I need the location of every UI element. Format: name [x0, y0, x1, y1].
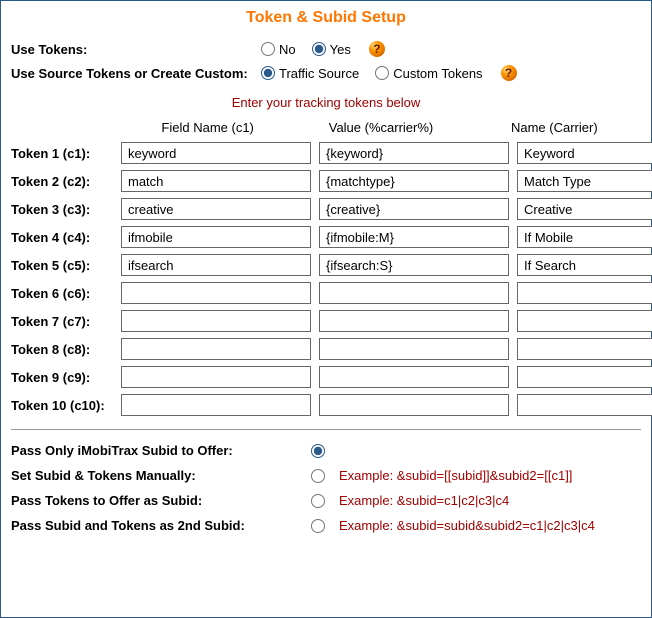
traffic-source-option[interactable]: Traffic Source	[261, 66, 359, 81]
setup-panel: { "title": "Token & Subid Setup", "useTo…	[0, 0, 652, 618]
help-icon[interactable]: ?	[501, 65, 517, 81]
use-tokens-yes-radio[interactable]	[312, 42, 326, 56]
token-value-input[interactable]	[319, 254, 509, 276]
token-row: Token 3 (c3):	[11, 195, 641, 223]
token-field-input[interactable]	[121, 170, 311, 192]
use-tokens-no-text: No	[279, 42, 296, 57]
token-row: Token 1 (c1):	[11, 139, 641, 167]
token-value-input[interactable]	[319, 310, 509, 332]
source-custom-label: Use Source Tokens or Create Custom:	[11, 66, 261, 81]
token-value-input[interactable]	[319, 226, 509, 248]
manual-radio[interactable]	[311, 469, 325, 483]
as-subid-example: Example: &subid=c1|c2|c3|c4	[339, 493, 509, 508]
pass-only-radio[interactable]	[311, 444, 325, 458]
pass-only-row: Pass Only iMobiTrax Subid to Offer:	[11, 438, 641, 463]
manual-row: Set Subid & Tokens Manually: Example: &s…	[11, 463, 641, 488]
token-row-label: Token 9 (c9):	[11, 370, 121, 385]
custom-tokens-radio[interactable]	[375, 66, 389, 80]
token-field-input[interactable]	[121, 254, 311, 276]
token-row: Token 9 (c9):	[11, 363, 641, 391]
manual-example: Example: &subid=[[subid]]&subid2=[[c1]]	[339, 468, 572, 483]
use-tokens-yes-text: Yes	[330, 42, 351, 57]
token-row-label: Token 4 (c4):	[11, 230, 121, 245]
token-name-input[interactable]	[517, 366, 652, 388]
as-2nd-subid-radio[interactable]	[311, 519, 325, 533]
token-field-input[interactable]	[121, 338, 311, 360]
as-subid-row: Pass Tokens to Offer as Subid: Example: …	[11, 488, 641, 513]
token-header: Field Name (c1) Value (%carrier%) Name (…	[11, 116, 641, 139]
token-field-input[interactable]	[121, 394, 311, 416]
token-grid: Field Name (c1) Value (%carrier%) Name (…	[11, 116, 641, 419]
custom-tokens-text: Custom Tokens	[393, 66, 482, 81]
token-row-label: Token 7 (c7):	[11, 314, 121, 329]
token-name-input[interactable]	[517, 338, 652, 360]
token-row: Token 2 (c2):	[11, 167, 641, 195]
token-value-input[interactable]	[319, 198, 509, 220]
token-row-label: Token 10 (c10):	[11, 398, 121, 413]
use-tokens-row: Use Tokens: No Yes ?	[11, 37, 641, 61]
token-name-input[interactable]	[517, 226, 652, 248]
token-row-label: Token 6 (c6):	[11, 286, 121, 301]
separator	[11, 429, 641, 430]
token-name-input[interactable]	[517, 282, 652, 304]
token-field-input[interactable]	[121, 142, 311, 164]
token-name-input[interactable]	[517, 310, 652, 332]
manual-label: Set Subid & Tokens Manually:	[11, 468, 311, 483]
token-row-label: Token 5 (c5):	[11, 258, 121, 273]
tracking-note: Enter your tracking tokens below	[11, 95, 641, 110]
token-field-input[interactable]	[121, 282, 311, 304]
token-name-input[interactable]	[517, 394, 652, 416]
as-subid-label: Pass Tokens to Offer as Subid:	[11, 493, 311, 508]
token-name-input[interactable]	[517, 142, 652, 164]
token-row-label: Token 3 (c3):	[11, 202, 121, 217]
use-tokens-no-radio[interactable]	[261, 42, 275, 56]
token-value-input[interactable]	[319, 366, 509, 388]
token-name-input[interactable]	[517, 198, 652, 220]
col-field-label: Field Name (c1)	[121, 116, 294, 139]
token-row: Token 5 (c5):	[11, 251, 641, 279]
token-row: Token 4 (c4):	[11, 223, 641, 251]
token-value-input[interactable]	[319, 142, 509, 164]
token-row: Token 8 (c8):	[11, 335, 641, 363]
as-2nd-subid-label: Pass Subid and Tokens as 2nd Subid:	[11, 518, 311, 533]
token-value-input[interactable]	[319, 282, 509, 304]
col-name-label: Name (Carrier)	[468, 116, 641, 139]
use-tokens-no-option[interactable]: No	[261, 42, 296, 57]
token-field-input[interactable]	[121, 198, 311, 220]
traffic-source-radio[interactable]	[261, 66, 275, 80]
page-title: Token & Subid Setup	[11, 9, 641, 27]
token-value-input[interactable]	[319, 338, 509, 360]
traffic-source-text: Traffic Source	[279, 66, 359, 81]
token-value-input[interactable]	[319, 394, 509, 416]
token-row: Token 6 (c6):	[11, 279, 641, 307]
as-2nd-subid-row: Pass Subid and Tokens as 2nd Subid: Exam…	[11, 513, 641, 538]
token-row-label: Token 2 (c2):	[11, 174, 121, 189]
as-2nd-subid-example: Example: &subid=subid&subid2=c1|c2|c3|c4	[339, 518, 595, 533]
help-icon[interactable]: ?	[369, 41, 385, 57]
source-custom-row: Use Source Tokens or Create Custom: Traf…	[11, 61, 641, 85]
custom-tokens-option[interactable]: Custom Tokens	[375, 66, 482, 81]
as-subid-radio[interactable]	[311, 494, 325, 508]
token-name-input[interactable]	[517, 170, 652, 192]
col-value-label: Value (%carrier%)	[294, 116, 467, 139]
token-field-input[interactable]	[121, 226, 311, 248]
use-tokens-yes-option[interactable]: Yes	[312, 42, 351, 57]
token-row-label: Token 8 (c8):	[11, 342, 121, 357]
use-tokens-label: Use Tokens:	[11, 42, 261, 57]
token-field-input[interactable]	[121, 310, 311, 332]
token-name-input[interactable]	[517, 254, 652, 276]
token-row-label: Token 1 (c1):	[11, 146, 121, 161]
pass-only-label: Pass Only iMobiTrax Subid to Offer:	[11, 443, 311, 458]
token-row: Token 10 (c10):	[11, 391, 641, 419]
token-field-input[interactable]	[121, 366, 311, 388]
token-value-input[interactable]	[319, 170, 509, 192]
token-row: Token 7 (c7):	[11, 307, 641, 335]
